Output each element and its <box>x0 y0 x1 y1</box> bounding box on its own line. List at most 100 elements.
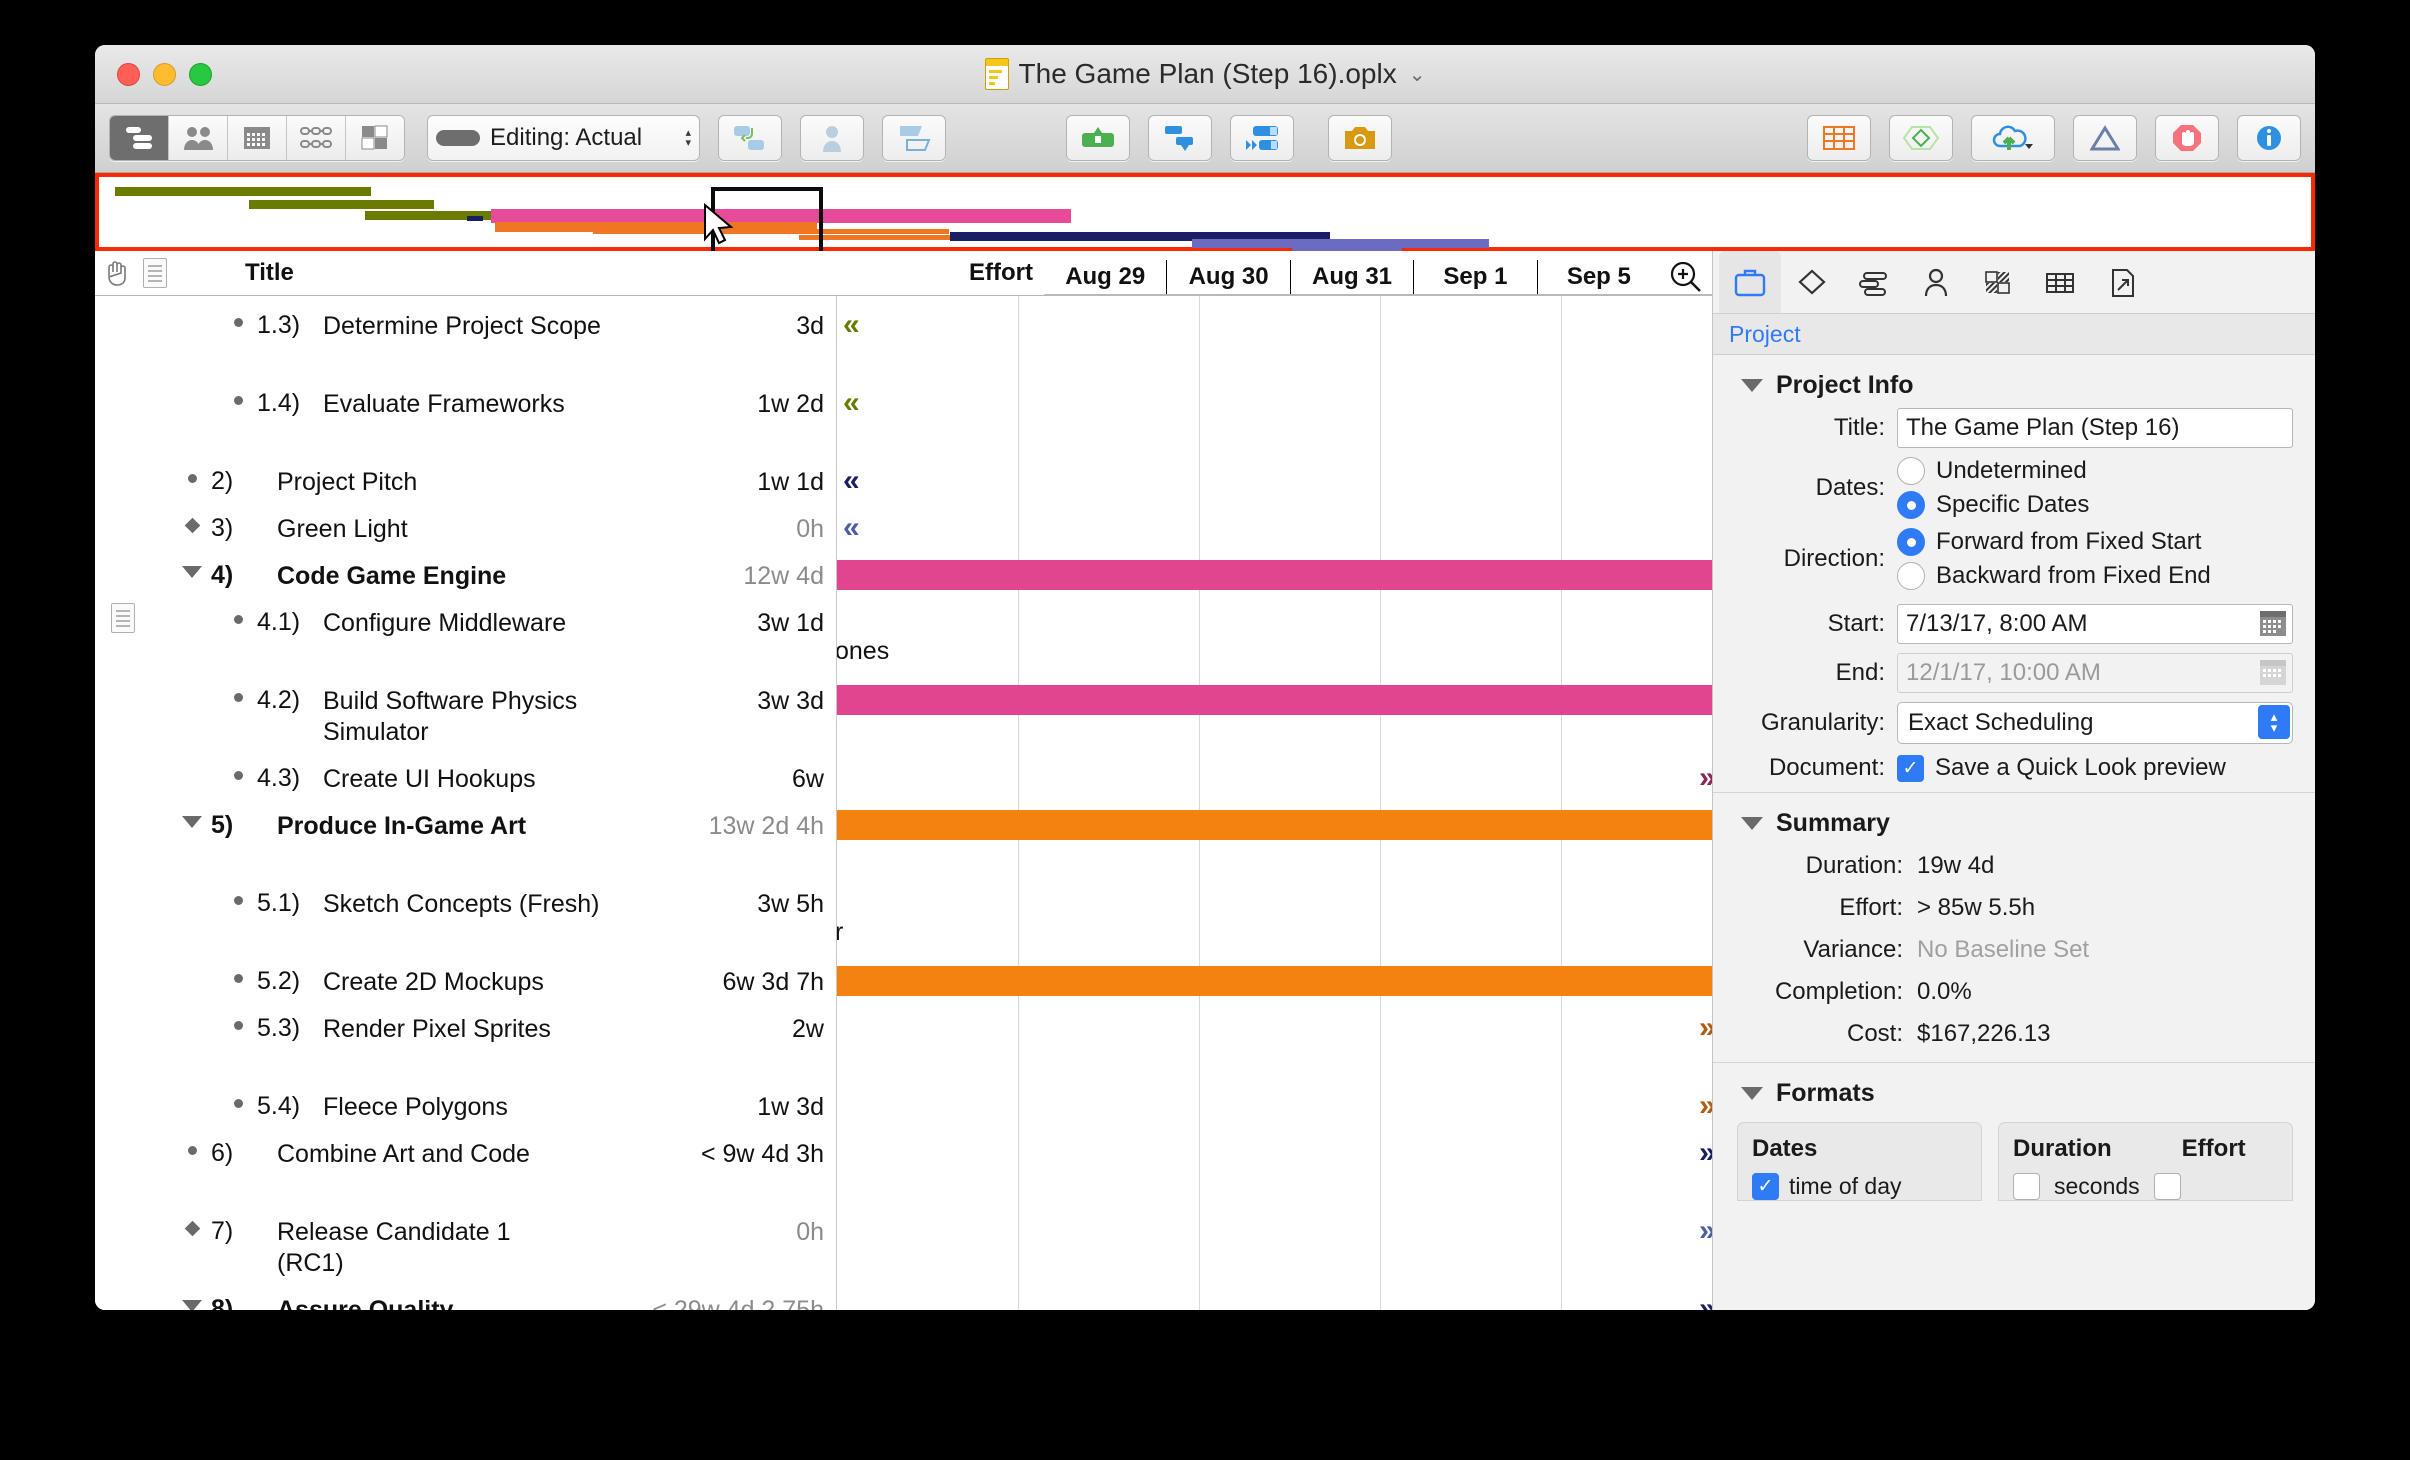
row-effort[interactable]: 2w <box>634 1005 824 1045</box>
formats-time-of-day-row[interactable]: ✓ time of day <box>1752 1173 1967 1200</box>
row-note-cell[interactable] <box>95 552 151 556</box>
overview-canvas[interactable] <box>99 177 2311 260</box>
title-chevron-down-icon[interactable]: ⌄ <box>1409 62 1426 87</box>
connect-button[interactable] <box>718 115 782 161</box>
dependency-right-chevron-icon[interactable]: » <box>1699 1294 1712 1311</box>
column-header-title[interactable]: Title <box>185 259 913 295</box>
row-title[interactable]: Produce In-Game Art <box>277 802 577 842</box>
row-title[interactable]: Determine Project Scope <box>323 302 623 342</box>
formats-seconds-row[interactable]: seconds <box>2013 1173 2278 1200</box>
dependency-right-chevron-icon[interactable]: » <box>1699 763 1712 793</box>
note-icon[interactable] <box>111 603 135 633</box>
resource-view-button[interactable] <box>169 116 228 160</box>
row-effort[interactable]: 1w 2d <box>634 380 824 420</box>
formats-disclosure-icon[interactable] <box>1741 1087 1763 1100</box>
assign-resource-button[interactable] <box>800 115 864 161</box>
dependency-right-chevron-icon[interactable]: » <box>1699 1013 1712 1043</box>
note-column-icon[interactable] <box>143 258 167 288</box>
inspector-button[interactable] <box>2237 115 2301 161</box>
row-note-cell[interactable] <box>95 1130 151 1134</box>
disclosure-triangle-icon[interactable] <box>181 552 203 578</box>
zoom-in-icon[interactable] <box>1660 260 1712 294</box>
column-header-effort[interactable]: Effort <box>913 259 1043 295</box>
project-info-section-header[interactable]: Project Info <box>1713 355 2315 408</box>
row-note-cell[interactable] <box>95 505 151 509</box>
calendar-view-button[interactable] <box>228 116 287 160</box>
row-note-cell[interactable] <box>95 802 151 806</box>
direction-option-forward[interactable]: Forward from Fixed Start <box>1897 528 2315 556</box>
table-row[interactable]: 4.1) Configure Middleware 3w 1d <box>95 599 836 677</box>
dates-option-undetermined[interactable]: Undetermined <box>1897 457 2315 485</box>
row-title[interactable]: Evaluate Frameworks <box>323 380 623 420</box>
snapshot-button[interactable] <box>1328 115 1392 161</box>
view-mode-segmented-control[interactable] <box>109 115 405 161</box>
row-title[interactable]: Combine Art and Code <box>277 1130 577 1170</box>
row-effort[interactable]: 3w 3d <box>634 677 824 717</box>
granularity-select[interactable]: Exact Scheduling ▴ ▾ <box>1897 702 2293 744</box>
start-date-input[interactable]: 7/13/17, 8:00 AM <box>1897 604 2293 644</box>
row-note-cell[interactable] <box>95 677 151 681</box>
task-outline-list[interactable]: 1.3) Determine Project Scope 3d 1.4) Evaluat… <box>95 296 836 1310</box>
tab-export[interactable] <box>2091 251 2153 313</box>
publish-button[interactable] <box>1971 115 2055 161</box>
row-title[interactable]: Create 2D Mockups <box>323 958 623 998</box>
document-title-area[interactable]: The Game Plan (Step 16).oplx ⌄ <box>95 58 2315 90</box>
formats-section-header[interactable]: Formats <box>1713 1063 2315 1116</box>
end-date-input[interactable]: 12/1/17, 10:00 AM <box>1897 653 2293 693</box>
violations-button[interactable] <box>2155 115 2219 161</box>
row-effort[interactable]: 1w 3d <box>634 1083 824 1123</box>
time-of-day-checkbox[interactable]: ✓ <box>1752 1173 1779 1200</box>
direction-option-backward[interactable]: Backward from Fixed End <box>1897 562 2315 590</box>
editing-mode-selector[interactable]: Editing: Actual ▴ ▾ <box>427 115 700 161</box>
radio-undetermined[interactable] <box>1897 457 1925 485</box>
calendar-picker-icon[interactable] <box>2260 611 2286 636</box>
quick-look-checkbox[interactable]: ✓ <box>1897 754 1924 782</box>
row-effort[interactable]: 13w 2d 4h <box>634 802 824 842</box>
row-note-cell[interactable] <box>95 380 151 384</box>
row-note-cell[interactable] <box>95 1208 151 1212</box>
radio-backward-fixed-end[interactable] <box>1897 562 1925 590</box>
row-effort[interactable]: 0h <box>634 1208 824 1248</box>
network-view-button[interactable] <box>287 116 346 160</box>
row-effort[interactable]: 6w 3d 7h <box>634 958 824 998</box>
table-row[interactable]: 5.2) Create 2D Mockups 6w 3d 7h <box>95 958 836 1005</box>
bar-code-game-engine[interactable] <box>837 560 1712 590</box>
dependency-right-chevron-icon[interactable]: » <box>1699 1138 1712 1168</box>
row-title[interactable]: Create UI Hookups <box>323 755 623 795</box>
tab-project[interactable] <box>1719 251 1781 313</box>
summary-disclosure-icon[interactable] <box>1741 817 1763 830</box>
table-row[interactable]: 4) Code Game Engine 12w 4d <box>95 552 836 599</box>
row-title[interactable]: Project Pitch <box>277 458 577 498</box>
row-note-cell[interactable] <box>95 1083 151 1087</box>
row-note-cell[interactable] <box>95 458 151 462</box>
row-effort[interactable]: 3w 5h <box>634 880 824 920</box>
row-effort[interactable]: 1w 1d <box>634 458 824 498</box>
group-button[interactable] <box>882 115 946 161</box>
row-title[interactable]: Code Game Engine <box>277 552 577 592</box>
tab-style[interactable] <box>1967 251 2029 313</box>
row-title[interactable]: Build Software Physics Simulator <box>323 677 623 748</box>
dependency-left-chevron-icon[interactable]: « <box>843 513 860 543</box>
row-effort[interactable]: < 9w 4d 3h <box>634 1130 824 1170</box>
dependency-right-chevron-icon[interactable]: » <box>1699 1091 1712 1121</box>
row-note-cell[interactable] <box>95 880 151 884</box>
level-button[interactable] <box>1066 115 1130 161</box>
catch-up-button[interactable] <box>1230 115 1294 161</box>
table-row[interactable]: 5.1) Sketch Concepts (Fresh) 3w 5h <box>95 880 836 958</box>
radio-forward-fixed-start[interactable] <box>1897 528 1925 556</box>
project-overview-strip[interactable] <box>95 173 2315 260</box>
gantt-chart[interactable]: « « « « » » » » » » ones r <box>837 296 1712 1310</box>
table-row[interactable]: 5.3) Render Pixel Sprites 2w <box>95 1005 836 1083</box>
dependency-right-chevron-icon[interactable]: » <box>1699 1216 1712 1246</box>
row-note-cell[interactable] <box>95 1005 151 1009</box>
tab-resource[interactable] <box>1905 251 1967 313</box>
table-row[interactable]: 6) Combine Art and Code < 9w 4d 3h <box>95 1130 836 1208</box>
row-note-cell[interactable] <box>95 755 151 759</box>
disclosure-triangle-icon[interactable] <box>181 802 203 828</box>
row-title[interactable]: Green Light <box>277 505 577 545</box>
table-row[interactable]: 1.3) Determine Project Scope 3d <box>95 302 836 380</box>
dependency-left-chevron-icon[interactable]: « <box>843 388 860 418</box>
project-title-input[interactable]: The Game Plan (Step 16) <box>1897 408 2293 448</box>
row-effort[interactable]: 3d <box>634 302 824 342</box>
change-button[interactable] <box>2073 115 2137 161</box>
